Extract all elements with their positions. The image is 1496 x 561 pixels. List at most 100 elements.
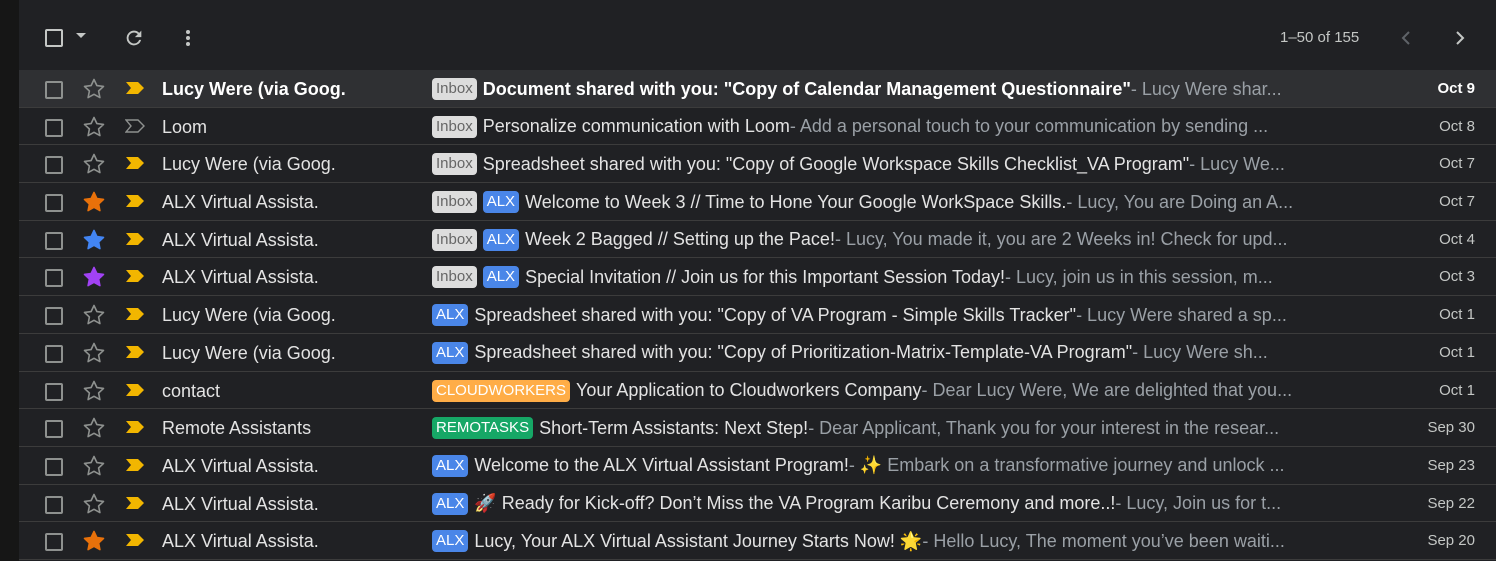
email-date: Oct 4 [1439,230,1475,248]
important-marker-icon[interactable] [125,419,145,435]
email-row[interactable]: ALX Virtual Assista. ALX Welcome to the AL… [19,446,1496,485]
label-chip[interactable]: ALX [482,191,520,214]
label-chip[interactable]: Inbox [432,228,477,251]
important-marker-icon[interactable] [125,306,145,322]
email-snippet: - Lucy, join us in this session, m... [1004,266,1273,287]
label-chip[interactable]: ALX [432,492,469,515]
label-chip[interactable]: Inbox [432,266,477,289]
important-marker-icon[interactable] [125,118,145,134]
row-checkbox-icon[interactable] [45,533,63,552]
important-marker-icon[interactable] [125,532,145,548]
email-row[interactable]: ALX Virtual Assista. Inbox ALX Special Invi… [19,258,1496,297]
mail-toolbar: 1–50 of 155 [19,0,1496,70]
label-chip[interactable]: ALX [432,304,469,327]
label-chip[interactable]: Inbox [432,78,477,100]
email-snippet: - Lucy Were shared a sp... [1076,304,1287,325]
email-row[interactable]: Lucy Were (via Goog. Inbox Document shared… [19,70,1496,108]
label-chip[interactable]: Inbox [432,191,477,214]
row-checkbox-icon[interactable] [45,307,63,326]
label-chip[interactable]: ALX [482,266,520,289]
star-icon[interactable] [82,190,106,214]
row-checkbox-icon[interactable] [45,457,63,476]
star-icon[interactable] [82,77,106,101]
sender-name: ALX Virtual Assista. [162,267,319,288]
email-content: Inbox ALX Week 2 Bagged // Setting up the … [432,228,1347,252]
important-marker-icon[interactable] [125,268,145,284]
star-icon[interactable] [82,416,106,440]
email-content: CLOUDWORKERS Your Application to Cloudwor… [432,379,1347,403]
row-checkbox-icon[interactable] [45,344,63,363]
star-icon[interactable] [82,454,106,478]
star-icon[interactable] [82,228,106,252]
label-chip[interactable]: Inbox [432,153,477,176]
sender-name: ALX Virtual Assista. [162,229,319,250]
label-chip[interactable]: ALX [432,341,469,364]
important-marker-icon[interactable] [125,80,145,96]
label-chip[interactable]: ALX [482,228,520,251]
email-snippet: - Dear Lucy Were, We are delighted that … [921,380,1293,400]
important-marker-icon[interactable] [125,495,145,511]
email-content: Inbox ALX Welcome to Week 3 // Time to Hon… [432,190,1347,214]
row-checkbox-icon[interactable] [45,81,63,99]
important-marker-icon[interactable] [125,155,145,171]
email-row[interactable]: Lucy Were (via Goog. Inbox Spreadsheet sha… [19,145,1496,184]
email-row[interactable]: ALX Virtual Assista. Inbox ALX Week 2 Bagge… [19,220,1496,259]
star-icon[interactable] [82,115,106,139]
email-snippet: - Lucy, You are Doing an A... [1066,191,1294,212]
row-checkbox-icon[interactable] [45,269,63,288]
email-content: REMOTASKS Short-Term Assistants: Next Ste… [432,416,1347,440]
email-content: ALX Welcome to the ALX Virtual Assistant … [432,454,1347,478]
sender-name: ALX Virtual Assista. [162,531,319,552]
email-subject: Lucy, Your ALX Virtual Assistant Journey… [474,530,923,551]
chevron-left-icon[interactable] [1396,27,1416,49]
email-row[interactable]: contact CLOUDWORKERS Your Application to C… [19,371,1496,410]
important-marker-icon[interactable] [125,344,145,360]
email-content: Inbox ALX Special Invitation // Join us fo… [432,265,1347,289]
sender-name: Lucy Were (via Goog. [162,305,336,326]
label-chip[interactable]: CLOUDWORKERS [432,379,571,402]
star-icon[interactable] [82,379,106,403]
email-row[interactable]: ALX Virtual Assista. ALX 🚀 Ready for Kick-… [19,484,1496,523]
label-chip[interactable]: ALX [432,454,469,477]
row-checkbox-icon[interactable] [45,382,63,401]
pagination-text: 1–50 of 155 [1280,29,1360,46]
label-chip[interactable]: REMOTASKS [432,417,534,440]
email-content: ALX Spreadsheet shared with you: "Copy of… [432,303,1347,327]
label-chip[interactable]: ALX [432,530,469,553]
label-chip[interactable]: Inbox [432,115,477,138]
email-row[interactable]: ALX Virtual Assista. Inbox ALX Welcome to W… [19,183,1496,221]
row-checkbox-icon[interactable] [45,118,63,137]
email-row[interactable]: Loom Inbox Personalize communication with … [19,107,1496,146]
chevron-right-icon[interactable] [1450,27,1470,49]
star-icon[interactable] [82,265,106,289]
sender-name: ALX Virtual Assista. [162,493,319,514]
refresh-icon[interactable] [123,27,145,49]
email-subject: Spreadsheet shared with you: "Copy of VA… [474,304,1077,325]
select-options-caret-icon[interactable] [76,33,86,38]
email-row[interactable]: Remote Assistants REMOTASKS Short-Term Ass… [19,409,1496,447]
email-row[interactable]: ALX Virtual Assista. ALX Lucy, Your ALX Vi… [19,522,1496,560]
star-icon[interactable] [82,529,106,553]
star-icon[interactable] [82,152,106,176]
more-vert-icon[interactable] [178,27,198,49]
important-marker-icon[interactable] [125,193,145,209]
email-subject: Spreadsheet shared with you: "Copy of Go… [482,153,1190,174]
important-marker-icon[interactable] [125,457,145,473]
row-checkbox-icon[interactable] [45,420,63,439]
star-icon[interactable] [82,492,106,516]
star-icon[interactable] [82,303,106,327]
row-checkbox-icon[interactable] [45,495,63,514]
email-date: Sep 22 [1427,494,1475,512]
email-subject: Your Application to Cloudworkers Company [576,380,922,400]
row-checkbox-icon[interactable] [45,194,63,213]
select-all-checkbox-icon[interactable] [45,29,63,47]
row-checkbox-icon[interactable] [45,156,63,175]
important-marker-icon[interactable] [125,382,145,398]
row-checkbox-icon[interactable] [45,231,63,250]
important-marker-icon[interactable] [125,231,145,247]
email-row[interactable]: Lucy Were (via Goog. ALX Spreadsheet share… [19,333,1496,372]
email-row[interactable]: Lucy Were (via Goog. ALX Spreadsheet share… [19,296,1496,334]
email-content: ALX 🚀 Ready for Kick-off? Don’t Miss the … [432,492,1347,516]
star-icon[interactable] [82,341,106,365]
sender-name: ALX Virtual Assista. [162,455,319,476]
